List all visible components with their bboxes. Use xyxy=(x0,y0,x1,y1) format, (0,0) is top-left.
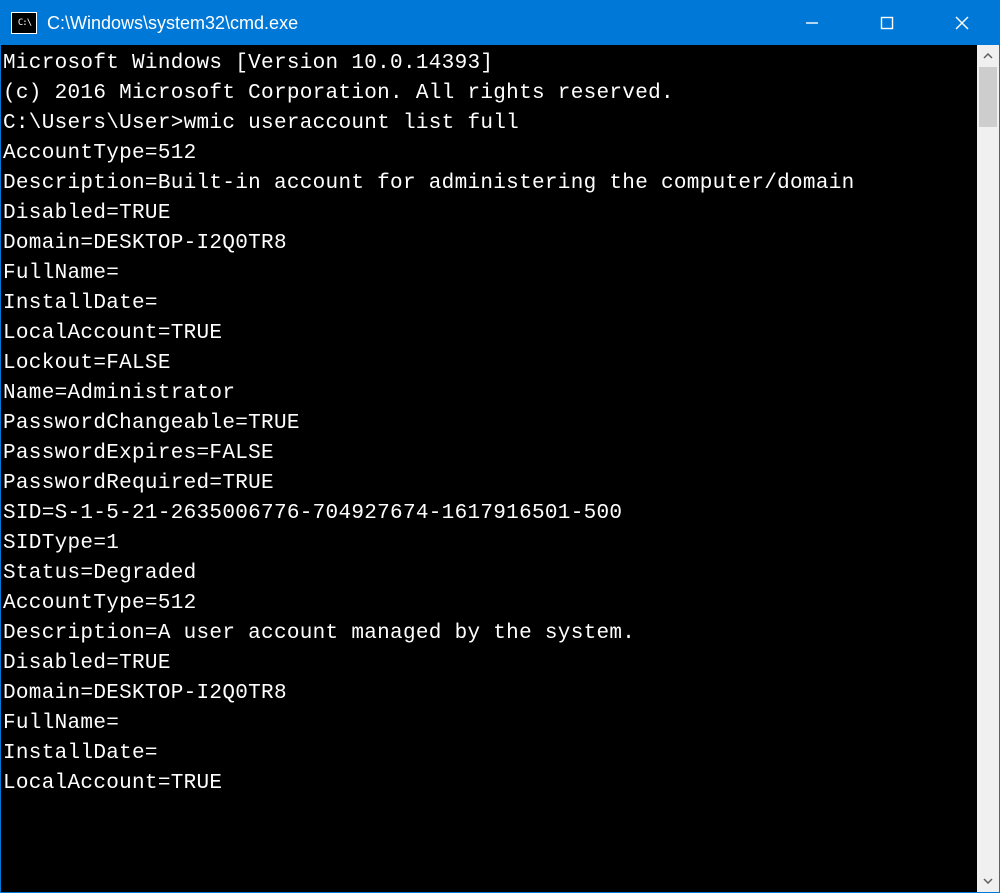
scroll-thumb[interactable] xyxy=(979,67,997,127)
console-output[interactable]: Microsoft Windows [Version 10.0.14393](c… xyxy=(1,45,977,892)
console-line: PasswordChangeable=TRUE xyxy=(3,409,975,439)
scroll-down-button[interactable] xyxy=(977,870,999,892)
console-line: SIDType=1 xyxy=(3,529,975,559)
scroll-up-button[interactable] xyxy=(977,45,999,67)
window-title: C:\Windows\system32\cmd.exe xyxy=(47,13,774,34)
close-button[interactable] xyxy=(924,1,999,45)
console-line: Microsoft Windows [Version 10.0.14393] xyxy=(3,49,975,79)
console-line: PasswordExpires=FALSE xyxy=(3,439,975,469)
vertical-scrollbar[interactable] xyxy=(977,45,999,892)
console-line: SID=S-1-5-21-2635006776-704927674-161791… xyxy=(3,499,975,529)
console-line: InstallDate= xyxy=(3,739,975,769)
console-area: Microsoft Windows [Version 10.0.14393](c… xyxy=(1,45,999,892)
chevron-up-icon xyxy=(983,53,993,59)
cmd-window: C:\ C:\Windows\system32\cmd.exe Microsof… xyxy=(0,0,1000,893)
close-icon xyxy=(955,16,969,30)
console-line: Domain=DESKTOP-I2Q0TR8 xyxy=(3,229,975,259)
console-line: FullName= xyxy=(3,709,975,739)
maximize-button[interactable] xyxy=(849,1,924,45)
console-line: Disabled=TRUE xyxy=(3,199,975,229)
minimize-button[interactable] xyxy=(774,1,849,45)
console-line: Lockout=FALSE xyxy=(3,349,975,379)
console-line: Status=Degraded xyxy=(3,559,975,589)
console-line: Description=Built-in account for adminis… xyxy=(3,169,975,199)
console-line: AccountType=512 xyxy=(3,139,975,169)
maximize-icon xyxy=(880,16,894,30)
titlebar[interactable]: C:\ C:\Windows\system32\cmd.exe xyxy=(1,1,999,45)
console-line: (c) 2016 Microsoft Corporation. All righ… xyxy=(3,79,975,109)
prompt-line: C:\Users\User>wmic useraccount list full xyxy=(3,109,975,139)
console-line: Description=A user account managed by th… xyxy=(3,619,975,649)
chevron-down-icon xyxy=(983,878,993,884)
window-controls xyxy=(774,1,999,45)
console-line: InstallDate= xyxy=(3,289,975,319)
console-line: LocalAccount=TRUE xyxy=(3,769,975,799)
console-line: AccountType=512 xyxy=(3,589,975,619)
console-line: LocalAccount=TRUE xyxy=(3,319,975,349)
console-line: PasswordRequired=TRUE xyxy=(3,469,975,499)
console-line: FullName= xyxy=(3,259,975,289)
console-line: Disabled=TRUE xyxy=(3,649,975,679)
minimize-icon xyxy=(805,16,819,30)
console-line: Domain=DESKTOP-I2Q0TR8 xyxy=(3,679,975,709)
cmd-icon: C:\ xyxy=(11,12,37,34)
console-line: Name=Administrator xyxy=(3,379,975,409)
